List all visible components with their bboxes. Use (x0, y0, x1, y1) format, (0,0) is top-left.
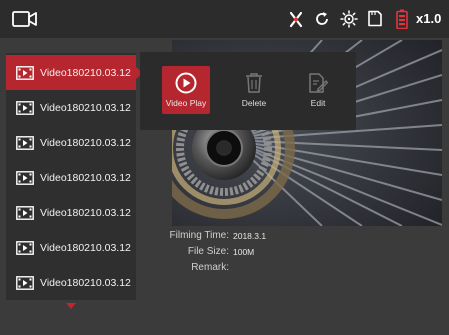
file-details: Filming Time: File Size: Remark: (140, 230, 229, 275)
list-item[interactable]: Video180210.03.12 (6, 160, 136, 195)
delete-label: Delete (241, 98, 267, 108)
video-play-button[interactable]: Video Play (162, 66, 210, 114)
delete-button[interactable]: Delete (230, 66, 278, 114)
gps-off-icon[interactable] (288, 11, 304, 28)
edit-button[interactable]: Edit (294, 66, 342, 114)
list-item[interactable]: Video180210.03.12 (6, 90, 136, 125)
zoom-level: x1.0 (416, 11, 442, 26)
scroll-down-arrow[interactable] (66, 303, 76, 309)
file-size-label: File Size: (187, 246, 229, 257)
video-file-icon (16, 135, 34, 150)
sd-card-icon[interactable] (368, 10, 382, 27)
video-file-icon (16, 240, 34, 255)
battery-icon (396, 9, 408, 29)
remark-label: Remark: (191, 262, 229, 273)
video-name: Video180210.03.12 (40, 206, 131, 219)
video-file-icon (16, 100, 34, 115)
video-name: Video180210.03.12 (40, 276, 131, 289)
filming-time-value: 2018.3.1 (233, 231, 267, 241)
video-file-icon (16, 170, 34, 185)
loop-icon[interactable] (314, 11, 330, 27)
video-name: Video180210.03.12 (40, 241, 131, 254)
file-size-value: 100M (233, 247, 255, 257)
video-action-menu: Video Play Delete Edit (140, 52, 356, 130)
video-file-icon (16, 65, 34, 80)
video-name: Video180210.03.12 (40, 101, 131, 114)
camera-icon[interactable] (12, 10, 38, 28)
list-item[interactable]: Video180210.03.12 (6, 230, 136, 265)
edit-label: Edit (310, 98, 326, 108)
video-name: Video180210.03.12 (40, 136, 131, 149)
video-file-icon (16, 205, 34, 220)
exposure-icon[interactable] (340, 10, 358, 28)
status-bar: x1.0 (0, 0, 449, 38)
video-list: Video180210.03.12 Video180210.03.12 Vide… (6, 53, 143, 300)
video-play-label: Video Play (165, 98, 207, 108)
list-item[interactable]: Video180210.03.12 (6, 265, 136, 300)
video-name: Video180210.03.12 (40, 171, 131, 184)
list-item[interactable]: Video180210.03.12 (6, 55, 143, 90)
list-item[interactable]: Video180210.03.12 (6, 125, 136, 160)
play-icon (175, 72, 197, 94)
video-file-icon (16, 275, 34, 290)
edit-icon (309, 73, 328, 93)
filming-time-label: Filming Time: (169, 230, 229, 241)
list-item[interactable]: Video180210.03.12 (6, 195, 136, 230)
trash-icon (246, 73, 262, 93)
video-name: Video180210.03.12 (40, 66, 131, 79)
